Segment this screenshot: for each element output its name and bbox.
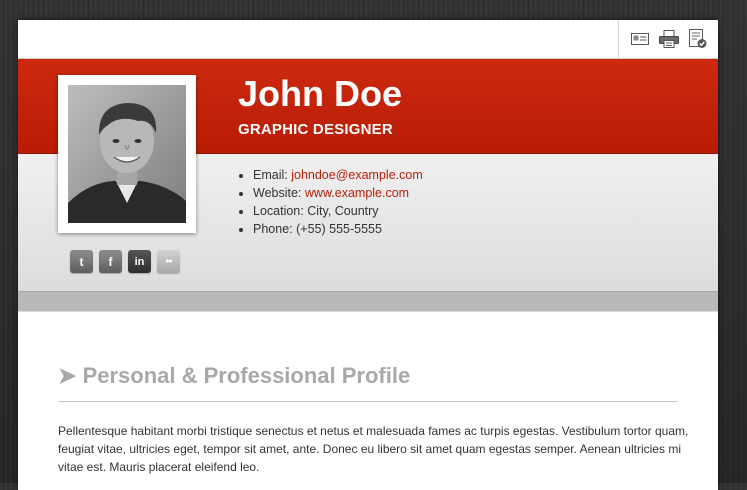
section-heading-text: Personal & Professional Profile (82, 363, 411, 388)
contact-website: Website: www.example.com (253, 184, 423, 202)
contact-email: Email: johndoe@example.com (253, 166, 423, 184)
contact-phone: Phone: (+55) 555-5555 (253, 220, 423, 238)
contact-list: Email: johndoe@example.com Website: www.… (238, 166, 423, 238)
section-divider (58, 401, 678, 402)
social-links: t f in ●● (70, 250, 180, 273)
candidate-title: GRAPHIC DESIGNER (238, 121, 393, 138)
section-heading: ➤ Personal & Professional Profile (58, 363, 410, 389)
profile-photo-frame (58, 75, 196, 233)
arrow-icon: ➤ (58, 363, 77, 388)
toolbar (18, 20, 718, 59)
section-paragraph: Pellentesque habitant morbi tristique se… (58, 424, 689, 474)
toolbar-actions (618, 20, 718, 58)
twitter-icon[interactable]: t (70, 250, 93, 273)
candidate-name: John Doe (238, 73, 403, 114)
facebook-icon[interactable]: f (99, 250, 122, 273)
contact-location: Location: City, Country (253, 202, 423, 220)
linkedin-icon[interactable]: in (128, 250, 151, 273)
location-label: Location: (253, 204, 304, 218)
phone-value: (+55) 555-5555 (296, 222, 382, 236)
flickr-icon[interactable]: ●● (157, 250, 180, 273)
print-icon[interactable] (658, 28, 680, 50)
phone-label: Phone: (253, 222, 293, 236)
website-link[interactable]: www.example.com (305, 186, 409, 200)
resume-page: John Doe GRAPHIC DESIGNER Email: johndoe… (18, 20, 718, 490)
vcard-icon[interactable] (629, 28, 651, 50)
profile-photo (68, 85, 186, 223)
email-link[interactable]: johndoe@example.com (291, 168, 423, 182)
email-label: Email: (253, 168, 288, 182)
divider-bar (18, 291, 718, 312)
download-document-icon[interactable] (687, 28, 709, 50)
location-value: City, Country (307, 204, 379, 218)
website-label: Website: (253, 186, 302, 200)
